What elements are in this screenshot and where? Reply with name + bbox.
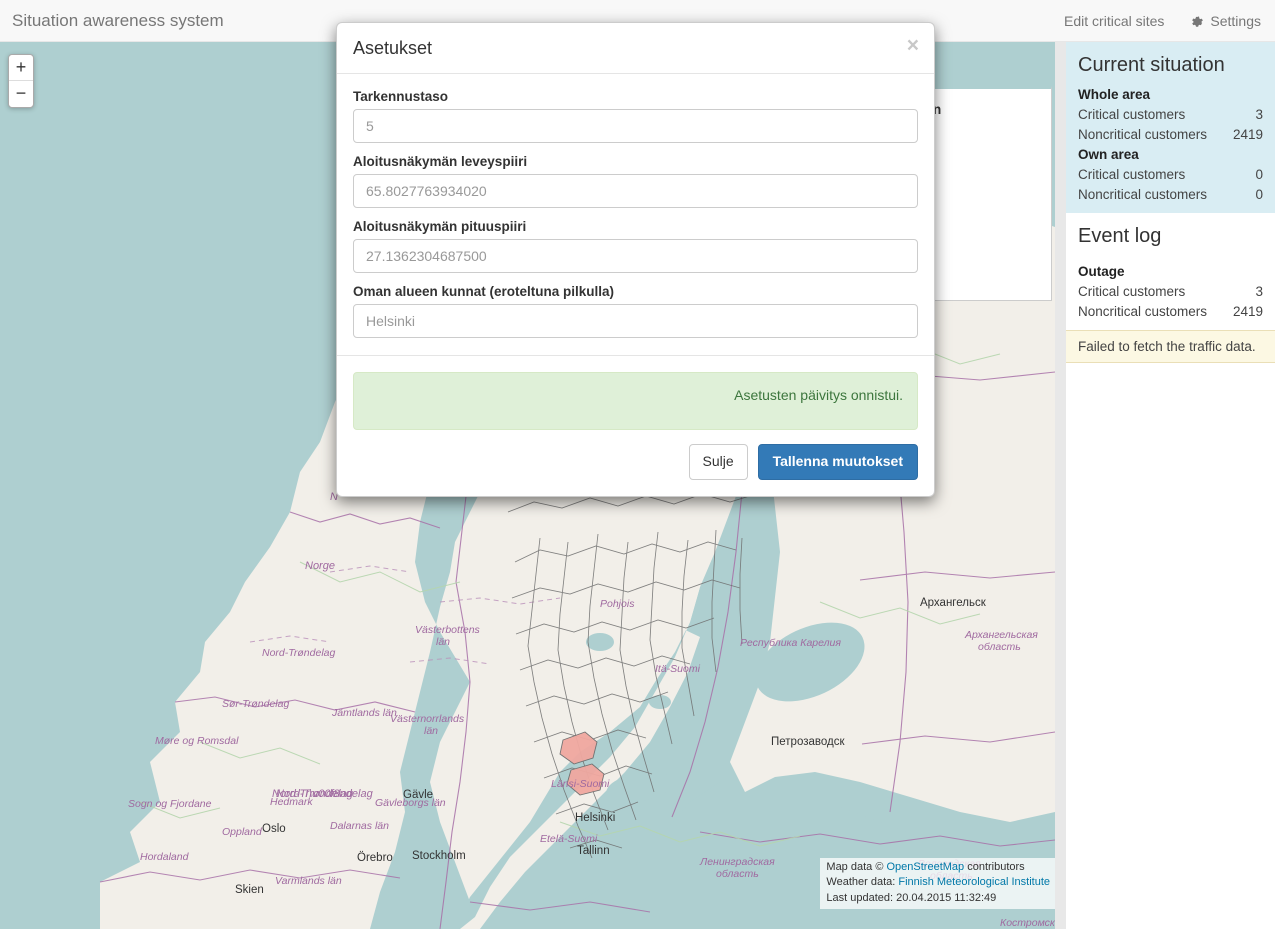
modal-body: Tarkennustaso Aloitusnäkymän leveyspiiri… [337, 74, 934, 355]
whole-area-noncritical-value: 2419 [1232, 127, 1263, 142]
own-area-critical-value: 0 [1255, 167, 1263, 182]
whole-area-heading: Whole area [1078, 87, 1151, 102]
label-leveyspiiri: Aloitusnäkymän leveyspiiri [353, 154, 528, 169]
svg-text:Varmlands län: Varmlands län [275, 875, 342, 887]
whole-area-noncritical-label: Noncritical customers [1078, 127, 1208, 142]
map-attribution: Map data © OpenStreetMap contributors We… [820, 857, 1055, 909]
svg-text:область: область [716, 868, 759, 880]
svg-text:Nord-Trøndelag: Nord-Trøndelag [262, 647, 335, 659]
own-area-heading: Own area [1078, 147, 1139, 162]
svg-text:Skien: Skien [235, 884, 264, 896]
current-situation-title: Current situation [1078, 54, 1225, 76]
whole-area-noncritical-row: Noncritical customers 2419 [1066, 125, 1275, 145]
label-tarkennustaso: Tarkennustaso [353, 89, 449, 104]
zoom-out-button[interactable]: − [9, 81, 33, 107]
settings-success-alert: Asetusten päivitys onnistui. [353, 372, 918, 430]
weather-prefix: Weather data: [826, 876, 899, 888]
map-zoom-control[interactable]: + − [8, 54, 34, 108]
close-button[interactable]: Sulje [688, 444, 748, 480]
gear-icon [1190, 15, 1204, 29]
whole-area-critical-row: Critical customers 3 [1066, 105, 1275, 125]
svg-text:Västernorrlands: Västernorrlands [390, 713, 465, 725]
own-area-critical-row: Critical customers 0 [1066, 165, 1275, 185]
right-sidebar: Current situation Whole area Critical cu… [1055, 42, 1275, 929]
settings-link[interactable]: Settings [1190, 13, 1261, 29]
own-area-critical-label: Critical customers [1078, 167, 1186, 182]
edit-critical-sites-link[interactable]: Edit critical sites [1064, 13, 1164, 29]
svg-text:Республика Карелия: Республика Карелия [740, 637, 841, 649]
current-situation-panel: Current situation Whole area Critical cu… [1066, 42, 1275, 213]
svg-text:Stockholm: Stockholm [412, 850, 466, 862]
input-tarkennustaso[interactable] [353, 109, 918, 143]
svg-text:Архангельск: Архангельск [920, 597, 987, 609]
svg-text:Oppland: Oppland [222, 826, 263, 838]
modal-header: Asetukset × [337, 23, 934, 74]
fmi-link[interactable]: Finnish Meteorological Institute [898, 876, 1050, 888]
svg-text:Pohjois: Pohjois [600, 598, 635, 610]
navbar-links: Edit critical sites Settings [1064, 0, 1261, 42]
input-oman-alueen-kunnat[interactable] [353, 304, 918, 338]
event-log-title: Event log [1078, 225, 1162, 247]
svg-text:Västerbottens: Västerbottens [415, 624, 481, 636]
svg-text:Länsi-Suomi: Länsi-Suomi [551, 778, 610, 790]
modal-alert-wrap: Asetusten päivitys onnistui. [337, 355, 934, 430]
event-log-critical-value: 3 [1255, 284, 1263, 299]
settings-label: Settings [1210, 13, 1261, 29]
app-title: Situation awareness system [12, 11, 224, 30]
svg-text:Møre og Romsdal: Møre og Romsdal [155, 735, 239, 747]
input-leveyspiiri[interactable] [353, 174, 918, 208]
svg-text:Itä-Suomi: Itä-Suomi [655, 663, 701, 675]
svg-text:Dalarnas län: Dalarnas län [330, 820, 389, 832]
svg-text:Архангельская: Архангельская [964, 629, 1038, 641]
own-area-noncritical-label: Noncritical customers [1078, 187, 1208, 202]
event-log-entry-name: Outage [1078, 264, 1125, 279]
attribution-weather: Weather data: Finnish Meteorological Ins… [826, 875, 1050, 891]
svg-text:Oslo: Oslo [262, 823, 286, 835]
own-area-noncritical-value: 0 [1255, 187, 1263, 202]
svg-text:Sogn og Fjordane: Sogn og Fjordane [128, 798, 212, 810]
label-pituuspiiri: Aloitusnäkymän pituuspiiri [353, 219, 527, 234]
label-oman-alueen-kunnat: Oman alueen kunnat (eroteltuna pilkulla) [353, 284, 615, 299]
event-log-critical-row: Critical customers 3 [1066, 282, 1275, 302]
modal-footer: Sulje Tallenna muutokset [337, 430, 934, 496]
map-data-prefix: Map data © [826, 860, 887, 873]
map-data-suffix: contributors [964, 860, 1025, 873]
svg-text:Helsinki: Helsinki [575, 812, 615, 824]
attribution-last-updated: Last updated: 20.04.2015 11:32:49 [826, 891, 997, 904]
settings-modal: Asetukset × Tarkennustaso Aloitusnäkymän… [336, 22, 935, 497]
event-log-entry[interactable]: Outage Critical customers 3 Noncritical … [1066, 258, 1275, 330]
input-pituuspiiri[interactable] [353, 239, 918, 273]
event-log-noncritical-row: Noncritical customers 2419 [1066, 302, 1275, 322]
event-log-critical-label: Critical customers [1078, 284, 1186, 299]
svg-text:Norge: Norge [305, 560, 335, 572]
modal-title: Asetukset [353, 38, 433, 58]
own-area-noncritical-row: Noncritical customers 0 [1066, 185, 1275, 205]
event-log-noncritical-value: 2419 [1232, 304, 1263, 319]
svg-text:Костромская: Костромская [1000, 917, 1055, 929]
svg-text:Hordaland: Hordaland [140, 851, 190, 863]
svg-text:Петрозаводск: Петрозаводск [771, 736, 845, 748]
svg-text:область: область [978, 641, 1021, 653]
svg-text:Ленинградская: Ленинградская [699, 856, 775, 868]
svg-text:län: län [436, 636, 450, 648]
event-log-panel: Event log Outage Critical customers 3 No… [1066, 213, 1275, 363]
save-button[interactable]: Tallenna muutokset [757, 444, 918, 480]
svg-text:Hedmark: Hedmark [270, 796, 313, 808]
svg-text:Gävle: Gävle [403, 789, 433, 801]
traffic-data-error-alert: Failed to fetch the traffic data. [1066, 330, 1275, 363]
attribution-map-data: Map data © OpenStreetMap contributors [826, 860, 1050, 876]
whole-area-critical-label: Critical customers [1078, 107, 1186, 122]
svg-text:Jämtlands län: Jämtlands län [331, 707, 397, 719]
svg-text:län: län [424, 725, 438, 737]
svg-text:Örebro: Örebro [357, 852, 393, 864]
zoom-in-button[interactable]: + [9, 55, 33, 81]
edit-critical-sites-label: Edit critical sites [1064, 13, 1165, 29]
close-icon[interactable]: × [907, 35, 919, 56]
svg-text:Sør-Trøndelag: Sør-Trøndelag [222, 698, 289, 710]
event-log-noncritical-label: Noncritical customers [1078, 304, 1208, 319]
whole-area-critical-value: 3 [1255, 107, 1263, 122]
svg-text:Tallinn: Tallinn [577, 845, 610, 857]
openstreetmap-link[interactable]: OpenStreetMap [887, 861, 965, 873]
svg-text:Etelä-Suomi: Etelä-Suomi [540, 833, 598, 845]
